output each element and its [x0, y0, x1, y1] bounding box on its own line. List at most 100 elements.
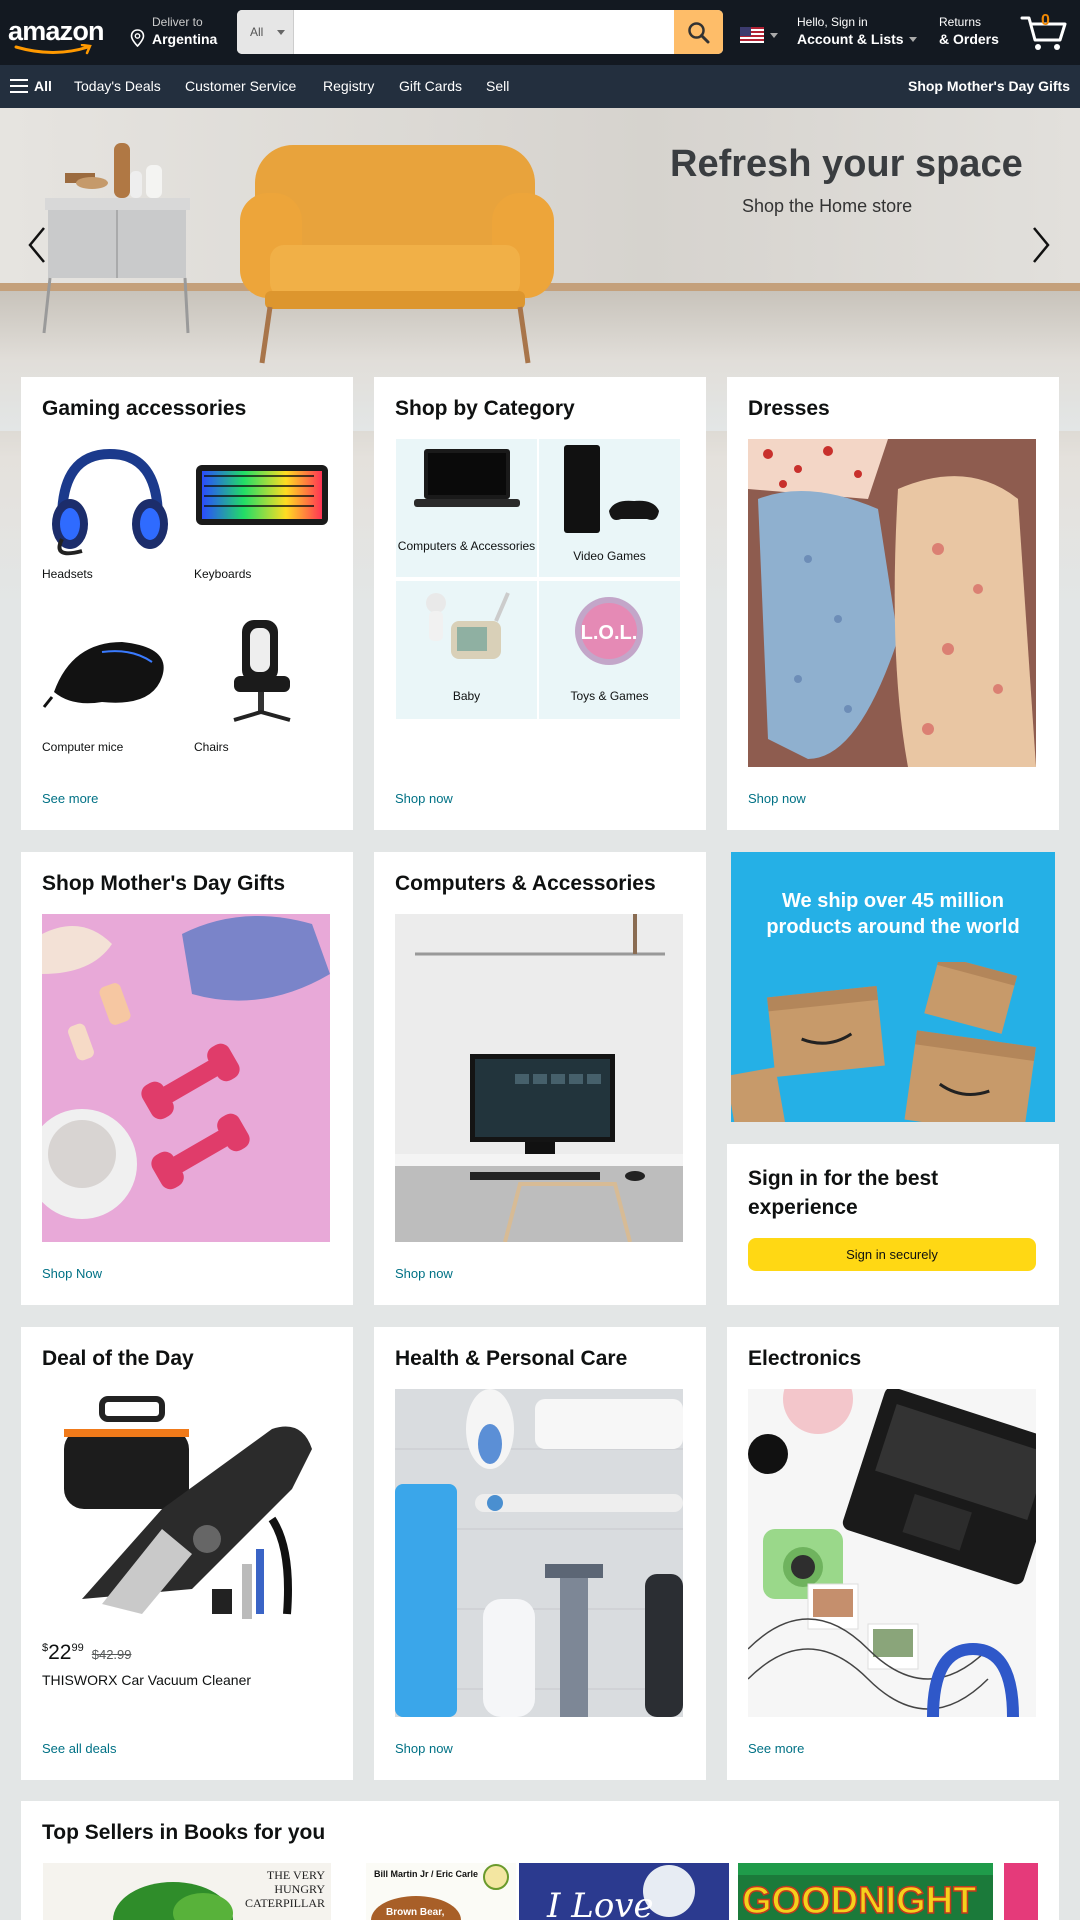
account-greeting: Hello, Sign in — [797, 15, 868, 29]
card-title: Top Sellers in Books for you — [42, 1821, 326, 1844]
deal-price: $2299 $42.99 — [42, 1641, 132, 1665]
category-video-games[interactable]: Video Games — [539, 439, 680, 577]
gaming-item-chairs[interactable]: Chairs — [194, 612, 329, 760]
health-products-photo — [395, 1389, 683, 1717]
car-vacuum-photo — [64, 1396, 312, 1619]
search-bar: All — [237, 10, 723, 54]
amazon-logo[interactable]: amazon — [8, 14, 116, 55]
signin-title: Sign in for the best experience — [748, 1167, 939, 1219]
electronics-image[interactable] — [748, 1389, 1036, 1717]
all-menu-button[interactable]: All — [10, 78, 52, 94]
dresses-image[interactable] — [748, 439, 1036, 767]
desktop-computer-photo — [395, 914, 683, 1242]
mothers-day-photo — [42, 914, 330, 1242]
shop-now-link[interactable]: Shop now — [395, 1266, 453, 1281]
svg-text:CATERPILLAR: CATERPILLAR — [245, 1896, 325, 1910]
gaming-item-label: Chairs — [194, 740, 229, 754]
shop-now-link[interactable]: Shop now — [395, 791, 453, 806]
electronics-photo — [748, 1389, 1036, 1717]
category-toys-games[interactable]: L.O.L. Toys & Games — [539, 581, 680, 719]
gaming-item-computer-mice[interactable]: Computer mice — [42, 612, 177, 760]
category-computers-accessories[interactable]: Computers & Accessories — [396, 439, 537, 577]
category-baby[interactable]: Baby — [396, 581, 537, 719]
deal-product-image[interactable] — [42, 1389, 330, 1629]
svg-text:GOODNIGHT: GOODNIGHT — [742, 1880, 976, 1920]
list-price: $42.99 — [91, 1647, 132, 1662]
gaming-item-headsets[interactable]: Headsets — [42, 439, 177, 587]
computers-image[interactable] — [395, 914, 683, 1242]
see-more-link[interactable]: See more — [42, 791, 98, 806]
account-lists[interactable]: Hello, Sign in Account & Lists — [797, 15, 917, 47]
caret-down-icon — [277, 30, 285, 35]
card-electronics: Electronics See more — [727, 1327, 1059, 1780]
svg-text:HUNGRY: HUNGRY — [274, 1882, 325, 1896]
nav-gift-cards[interactable]: Gift Cards — [399, 78, 462, 94]
computer-mouse-image — [42, 642, 164, 708]
language-selector[interactable] — [740, 27, 780, 43]
shipping-promo-banner[interactable]: We ship over 45 million products around … — [731, 852, 1055, 1122]
nav-registry[interactable]: Registry — [323, 78, 374, 94]
book-cover-goodnight: GOODNIGHT — [738, 1863, 993, 1920]
category-label: Video Games — [573, 549, 646, 563]
toy-ball-image: L.O.L. — [575, 597, 643, 665]
gaming-chair-image — [233, 620, 291, 722]
see-all-deals-link[interactable]: See all deals — [42, 1741, 116, 1756]
hero-subtitle: Shop the Home store — [742, 196, 913, 216]
returns-orders[interactable]: Returns & Orders — [939, 15, 999, 47]
game-console-image — [564, 445, 659, 533]
shop-now-link[interactable]: Shop now — [748, 791, 806, 806]
cart-button[interactable]: 0 — [1020, 10, 1072, 54]
signin-button[interactable]: Sign in securely — [748, 1238, 1036, 1271]
category-label: Computers & Accessories — [397, 539, 536, 553]
carousel-prev-button[interactable] — [22, 220, 52, 270]
gaming-item-keyboards[interactable]: Keyboards — [194, 439, 329, 587]
laptop-image — [414, 449, 520, 507]
deal-product-title[interactable]: THISWORX Car Vacuum Cleaner — [42, 1672, 251, 1688]
book-goodnight-moon[interactable]: GOODNIGHT — [738, 1863, 993, 1920]
card-top-sellers-books: Top Sellers in Books for you THE VERY HU… — [21, 1801, 1059, 1920]
see-more-link[interactable]: See more — [748, 1741, 804, 1756]
book-brown-bear[interactable]: Bill Martin Jr / Eric Carle Brown Bear, — [366, 1863, 516, 1920]
deliver-label: Deliver to — [152, 15, 203, 29]
caret-down-icon — [770, 33, 778, 38]
keyboard-image — [196, 465, 328, 525]
search-category-label: All — [250, 25, 264, 39]
book-i-love-you[interactable]: I Love — [519, 1863, 729, 1920]
card-computers-accessories: Computers & Accessories Shop now — [374, 852, 706, 1305]
mothers-day-image[interactable] — [42, 914, 330, 1242]
svg-text:THE VERY: THE VERY — [267, 1868, 325, 1882]
nav-sell[interactable]: Sell — [486, 78, 509, 94]
card-title: Shop by Category — [395, 397, 575, 420]
shop-now-link[interactable]: Shop Now — [42, 1266, 102, 1281]
search-input[interactable] — [294, 10, 674, 54]
gaming-item-label: Keyboards — [194, 567, 252, 581]
shipping-boxes-illustration — [731, 962, 1036, 1122]
returns-label: Returns — [939, 15, 982, 29]
cart-count: 0 — [1041, 12, 1050, 29]
book-very-hungry-caterpillar[interactable]: THE VERY HUNGRY CATERPILLAR — [43, 1863, 331, 1920]
all-label: All — [34, 78, 52, 94]
shop-now-link[interactable]: Shop now — [395, 1741, 453, 1756]
price-whole: 22 — [48, 1641, 72, 1664]
svg-text:I Love: I Love — [546, 1886, 654, 1920]
health-image[interactable] — [395, 1389, 683, 1717]
nav-belt: amazon Deliver to Argentina All Hello, S… — [0, 0, 1080, 65]
orders-label: & Orders — [939, 31, 999, 47]
book-cover-partial[interactable] — [1004, 1863, 1038, 1920]
nav-mothers-day-promo[interactable]: Shop Mother's Day Gifts — [908, 78, 1070, 94]
baby-monitor-image — [426, 592, 510, 659]
card-shop-by-category: Shop by Category Computers & Accessories… — [374, 377, 706, 830]
hero-title: Refresh your space — [670, 143, 1023, 185]
dresses-photo — [748, 439, 1036, 767]
card-title: Electronics — [748, 1347, 862, 1370]
nav-customer-service[interactable]: Customer Service — [185, 78, 296, 94]
search-button[interactable] — [674, 10, 723, 54]
card-signin: Sign in for the best experience Sign in … — [727, 1144, 1059, 1305]
carousel-next-button[interactable] — [1026, 220, 1056, 270]
smile-arrow-icon — [14, 44, 92, 55]
price-cents: 99 — [71, 1642, 84, 1654]
gaming-item-label: Computer mice — [42, 740, 124, 754]
nav-todays-deals[interactable]: Today's Deals — [74, 78, 161, 94]
deliver-country: Argentina — [152, 31, 218, 47]
search-category-select[interactable]: All — [237, 10, 294, 54]
